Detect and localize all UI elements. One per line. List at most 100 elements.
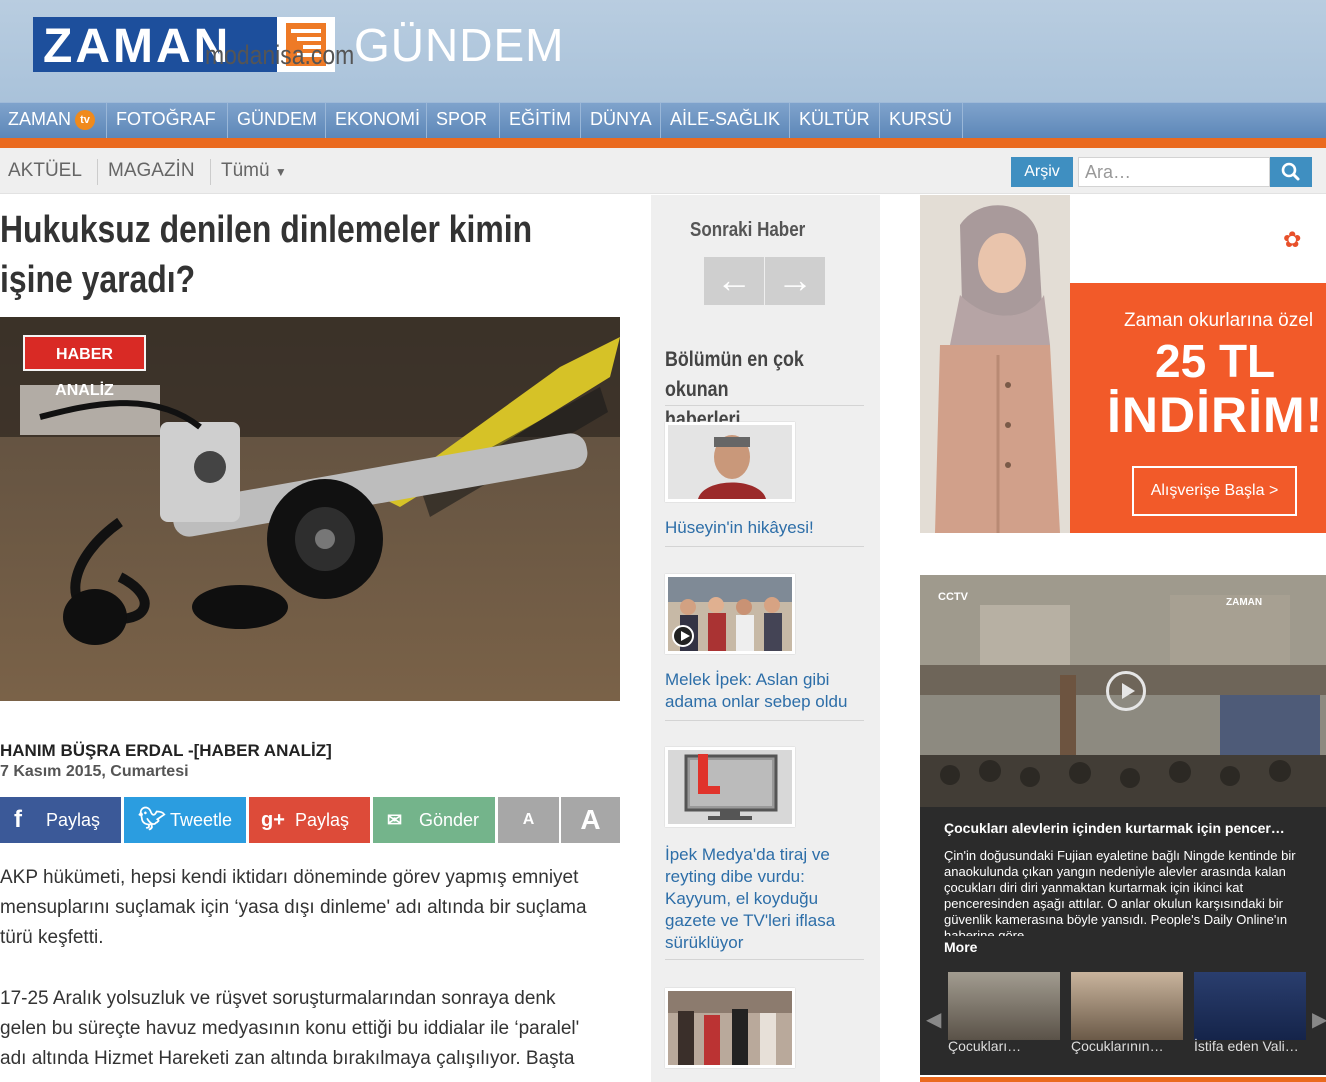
video-description: Çin'in doğusundaki Fujian eyaletine bağl… [944,848,1296,936]
link-line: reyting dibe vurdu: [665,867,805,886]
divider [665,959,864,960]
logo-text: ZAMAN [43,20,232,73]
text-line: gelen bu süreçte havuz medyasının konu e… [0,1018,580,1039]
share-label: Paylaş [46,810,101,830]
nav-item-egitim[interactable]: EĞİTİM [501,103,581,139]
video-thumbnail[interactable] [948,972,1060,1040]
nav-item-gundem[interactable]: GÜNDEM [229,103,326,139]
divider [97,159,98,185]
article-date: 7 Kasım 2015, Cumartesi [0,763,189,780]
prev-article-button[interactable]: ← [704,257,764,305]
chevron-right-icon[interactable]: ▶ [1312,1007,1326,1032]
subnav-tumu-dropdown[interactable]: Tümü ▼ [221,158,287,184]
envelope-icon: ✉ [387,810,403,830]
search-icon [1281,162,1300,181]
ad-model-photo [920,195,1070,533]
news-link[interactable]: Melek İpek: Aslan gibi adama onlar sebep… [665,669,870,713]
text-line: türü keşfetti. [0,927,104,948]
accent-bar [920,1077,1326,1082]
text-line: 17-25 Aralık yolsuzluk ve rüşvet soruştu… [0,988,556,1009]
play-icon [672,625,694,647]
text-line: AKP hükümeti, hepsi kendi iktidarı dönem… [0,867,579,888]
video-widget: CCTV ZAMAN Çocukları alevlerin içinden k… [920,575,1326,1075]
model-illustration [920,195,1070,533]
next-article-button[interactable]: → [765,257,825,305]
video-thumbnail[interactable] [1071,972,1183,1040]
category-badge: HABER ANALİZ [23,335,146,399]
ad-discount: İNDİRİM! [1107,387,1324,443]
video-thumb-caption: İstifa eden Vali… [1194,1038,1299,1054]
link-line: Melek İpek: Aslan gibi [665,670,830,689]
news-thumbnail[interactable] [665,747,795,827]
title-line: Hukuksuz denilen dinlemeler kimin [0,209,533,251]
video-thumb-caption: Çocukları… [948,1038,1022,1054]
twitter-icon: 🐦︎ [138,806,166,831]
link-line: Hüseyin'in hikâyesi! [665,518,814,537]
nav-item-kultur[interactable]: KÜLTÜR [791,103,880,139]
play-button-icon[interactable] [1106,671,1146,711]
search-input[interactable]: Ara… [1078,157,1270,187]
text-line: mensuplarını suçlamak için ‘yasa dışı di… [0,897,587,918]
video-thumb-caption: Çocuklarının… [1071,1038,1164,1054]
video-watermark: ZAMAN [1226,597,1263,608]
nav-item-spor[interactable]: SPOR [428,103,500,139]
nav-item-dunya[interactable]: DÜNYA [582,103,661,139]
subnav-magazin[interactable]: MAGAZİN [108,158,195,184]
article-title: Hukuksuz denilen dinlemeler kimin işine … [0,205,638,305]
ad-shop-button[interactable]: Alışverişe Başla > [1132,466,1297,516]
article-author[interactable]: HANIM BÜŞRA ERDAL -[HABER ANALİZ] [0,741,332,761]
nav-item-aile-saglik[interactable]: AİLE-SAĞLIK [662,103,790,139]
search-button[interactable] [1270,157,1312,187]
chevron-left-icon[interactable]: ◀ [926,1007,941,1032]
caret-down-icon: ▼ [274,165,287,179]
divider [665,546,864,547]
arrow-left-icon: ← [716,259,752,300]
more-link[interactable]: More [944,939,977,955]
title-line: işine yaradı? [0,259,196,301]
twitter-share-button[interactable]: 🐦︎ Tweetle [124,797,246,843]
video-thumbnail[interactable] [1194,972,1306,1040]
tv-illustration [668,750,792,824]
video-channel-logo: CCTV [938,591,968,603]
news-thumbnail[interactable] [665,574,795,654]
archive-button[interactable]: Arşiv [1011,157,1073,187]
article-paragraph: AKP hükümeti, hepsi kendi iktidarı dönem… [0,863,636,953]
news-link[interactable]: Hüseyin'in hikâyesi! [665,517,870,539]
news-link[interactable]: İpek Medya'da tiraj ve reyting dibe vurd… [665,844,870,954]
facebook-share-button[interactable]: f Paylaş [0,797,121,843]
google-plus-icon: g+ [261,809,285,831]
site-header: ZAMAN GÜNDEM [0,0,1326,102]
share-label: Tweetle [170,810,233,830]
google-plus-share-button[interactable]: g+ Paylaş [249,797,370,843]
email-share-button[interactable]: ✉ Gönder [373,797,495,843]
nav-item-zaman-tv[interactable]: ZAMAN tv [0,103,107,139]
section-title: GÜNDEM [354,19,565,71]
video-title[interactable]: Çocukları alevlerin içinden kurtarmak iç… [944,820,1314,836]
nav-item-ekonomi[interactable]: EKONOMİ [327,103,427,139]
share-label: Gönder [419,810,480,830]
tv-icon: tv [75,110,95,131]
link-line: İpek Medya'da tiraj ve [665,845,830,864]
nav-item-kursu[interactable]: KURSÜ [881,103,963,139]
next-article-label: Sonraki Haber [690,219,806,241]
font-increase-button[interactable]: A [561,797,620,843]
link-line: Kayyum, el koyduğu [665,889,819,908]
share-label: Paylaş [295,810,350,830]
flower-icon: ✿ [1283,227,1302,252]
news-thumbnail[interactable] [665,988,795,1068]
ad-subtitle: Zaman okurlarına özel [1124,310,1314,331]
nav-item-fotograf[interactable]: FOTOĞRAF [108,103,228,139]
subnav-aktuel[interactable]: AKTÜEL [8,158,82,184]
portrait-photo [668,425,792,499]
font-decrease-button[interactable]: A [498,797,559,843]
ad-brand: modanisa.com [205,40,355,70]
news-thumbnail[interactable] [665,422,795,502]
divider [210,159,211,185]
facebook-icon: f [14,806,22,833]
main-nav: ZAMAN tv FOTOĞRAF GÜNDEM EKONOMİ SPOR EĞİ… [0,102,1326,139]
link-line: adama onlar sebep oldu [665,692,848,711]
nav-accent-bar [0,138,1326,148]
video-player[interactable]: CCTV ZAMAN [920,575,1326,807]
article-paragraph: 17-25 Aralık yolsuzluk ve rüşvet soruştu… [0,984,636,1074]
link-line: gazete ve TV'leri iflasa [665,911,836,930]
